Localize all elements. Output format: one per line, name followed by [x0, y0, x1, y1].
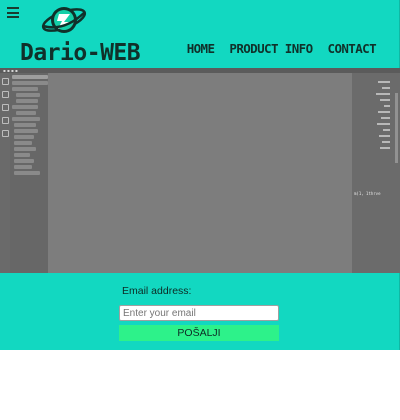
submit-button[interactable]: POŠALJI — [119, 325, 279, 341]
editor-file-explorer — [10, 73, 48, 273]
editor-activity-bar — [0, 73, 10, 273]
editor-minimap: m(1, 1thrve — [352, 73, 400, 273]
nav-home-link[interactable]: HOME — [187, 41, 215, 56]
email-input[interactable] — [119, 305, 279, 321]
planet-logo-icon[interactable] — [40, 2, 88, 38]
site-brand-title: Dario-WEB — [20, 40, 141, 66]
email-label: Email address: — [122, 285, 192, 297]
nav-product-info-link[interactable]: PRODUCT INFO — [229, 41, 313, 56]
main-nav: HOME PRODUCT INFO CONTACT — [187, 41, 377, 56]
editor-scrollbar — [395, 93, 398, 163]
code-editor-screenshot: ▪ ▪ ▪ ▪ m(1, 1thrve — [0, 68, 400, 273]
hamburger-icon[interactable] — [7, 7, 19, 18]
page-background: Dario-WEB HOME PRODUCT INFO CONTACT ▪ ▪ … — [0, 0, 400, 350]
site-header: Dario-WEB HOME PRODUCT INFO CONTACT — [0, 0, 400, 68]
nav-contact-link[interactable]: CONTACT — [328, 41, 377, 56]
editor-code-snippet: m(1, 1thrve — [354, 191, 381, 196]
editor-pane — [48, 73, 352, 273]
newsletter-form: Email address: POŠALJI — [119, 285, 281, 341]
